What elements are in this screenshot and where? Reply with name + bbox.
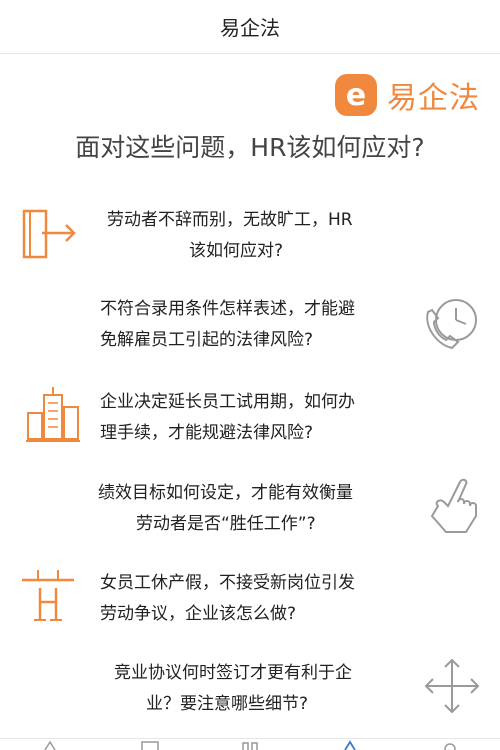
clock-phone-icon [426,299,477,350]
page-heading: 面对这些问题，HR该如何应对? [75,133,425,162]
pointing-hand-icon [430,478,477,533]
item-text-line1: 不符合录用条件怎样表述，才能避 [100,299,355,319]
item-text-line2: 该如何应对? [189,241,284,261]
brand-logo: e 易企法 [335,70,480,120]
item-text-line1: 女员工休产假，不接受新岗位引发 [100,573,355,593]
header-title: 易企法 [220,16,280,40]
office-building-icon [26,387,80,442]
item-text-line1: 绩效目标如何设定，才能有效衡量 [98,483,353,503]
brand-logo-name: 易企法 [387,81,480,116]
bottom-nav-home-icon[interactable] [37,740,63,750]
list-item: 绩效目标如何设定，才能有效衡量 劳动者是否“胜任工作”? [0,476,500,556]
bottom-nav-grid-icon[interactable] [237,740,263,750]
list-item: 劳动者不辞而别，无故旷工，HR 该如何应对? [0,200,500,280]
item-text-line2: 劳动者是否“胜任工作”? [136,514,316,534]
app-header: 易企法 [0,0,500,54]
item-text-line2: 理手续，才能规避法律风险? [100,423,314,443]
list-item: 企业决定延长员工试用期，如何办 理手续，才能规避法律风险? [0,385,500,465]
item-text-line2: 劳动争议，企业该怎么做? [100,604,297,624]
bottom-nav-profile-icon[interactable] [437,740,463,750]
bottom-nav-active-icon[interactable] [337,740,363,750]
item-text-line1: 竞业协议何时签订才更有利于企 [114,663,352,683]
list-item: 不符合录用条件怎样表述，才能避 免解雇员工引起的法律风险? [0,292,500,372]
list-item: 竞业协议何时签订才更有利于企 业？要注意哪些细节? [0,658,500,738]
move-arrows-icon [424,658,480,714]
exit-door-icon [22,209,76,259]
item-text-line2: 免解雇员工引起的法律风险? [100,330,314,350]
list-item: 女员工休产假，不接受新岗位引发 劳动争议，企业该怎么做? [0,566,500,646]
item-text-line2: 业？要注意哪些细节? [146,694,309,714]
bottom-nav [0,738,500,750]
person-figure-icon [22,570,74,621]
brand-logo-icon: e [335,74,377,116]
item-text-line1: 劳动者不辞而别，无故旷工，HR [107,210,353,230]
bottom-nav-list-icon[interactable] [137,740,163,750]
item-text-line1: 企业决定延长员工试用期，如何办 [100,392,355,412]
